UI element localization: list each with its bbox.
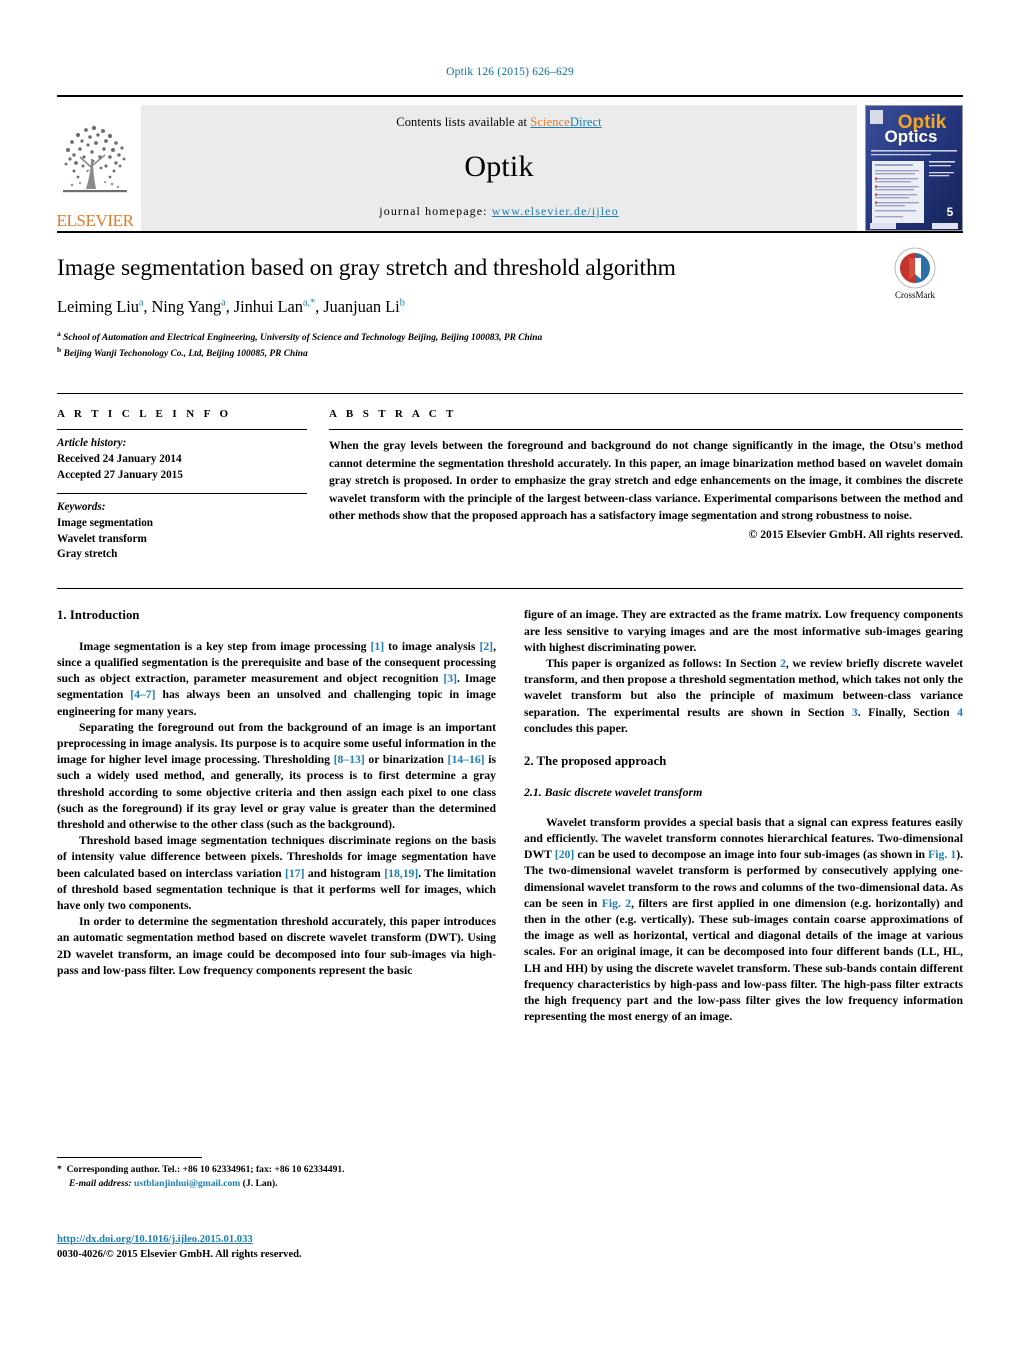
right-column: figure of an image. They are extracted a… (524, 607, 963, 1167)
crossmark-icon (894, 247, 936, 289)
journal-title: Optik (464, 150, 534, 183)
corresponding-author-line: * Corresponding author. Tel.: +86 10 623… (57, 1163, 497, 1177)
author-list: Leiming Liua, Ning Yanga, Jinhui Lana,*,… (57, 297, 963, 317)
elsevier-wordmark: ELSEVIER (56, 211, 134, 230)
paragraph: Image segmentation is a key step from im… (57, 639, 496, 718)
homepage-url-link[interactable]: www.elsevier.de/ijleo (492, 204, 619, 218)
crossmark-label: CrossMark (895, 290, 935, 300)
keyword-item: Gray stretch (57, 548, 118, 561)
article-accepted: Accepted 27 January 2015 (57, 468, 183, 481)
citation-link[interactable]: [2] (479, 640, 493, 653)
svg-text:Optics: Optics (885, 127, 938, 146)
paper-page: Optik 126 (2015) 626–629 ELSEVIER Conten… (0, 0, 1020, 1351)
affiliation-b-marker: b (57, 345, 62, 355)
doi-block: http://dx.doi.org/10.1016/j.ijleo.2015.0… (57, 1232, 517, 1263)
figure-link[interactable]: Fig. 2 (602, 897, 631, 910)
author-1: Leiming Liua (57, 296, 144, 316)
citation-link[interactable]: [8–13] (334, 753, 365, 766)
author-3-affil-marker: a,* (302, 297, 316, 309)
keywords-label: Keywords: (57, 500, 106, 513)
keyword-item: Wavelet transform (57, 532, 147, 545)
corresponding-marker: * (57, 1164, 62, 1175)
affiliation-b: b Beijing Wanji Techonology Co., Ltd, Be… (57, 345, 963, 361)
email-line: E-mail address: ustblanjinhui@gmail.com … (57, 1177, 497, 1191)
author-4-affil-marker: b (399, 297, 405, 309)
svg-text:5: 5 (947, 205, 954, 219)
homepage-label: journal homepage: (379, 204, 488, 218)
paragraph: Separating the foreground out from the b… (57, 720, 496, 832)
email-owner: (J. Lan). (242, 1177, 278, 1189)
footnote-block: * Corresponding author. Tel.: +86 10 623… (57, 1157, 497, 1191)
paragraph: Wavelet transform provides a special bas… (524, 815, 964, 1024)
running-head: Optik 126 (2015) 626–629 (446, 66, 574, 78)
abstract-copyright: © 2015 Elsevier GmbH. All rights reserve… (748, 528, 963, 542)
elsevier-tree-icon (63, 125, 127, 193)
keywords-group: Keywords: Image segmentation Wavelet tra… (57, 494, 307, 573)
citation-link[interactable]: [3] (443, 672, 457, 685)
email-label: E-mail address: (69, 1177, 132, 1189)
article-received: Received 24 January 2014 (57, 452, 182, 465)
affiliation-b-text: Beijing Wanji Techonology Co., Ltd, Beij… (63, 349, 308, 360)
journal-band: Contents lists available at ScienceDirec… (141, 105, 857, 231)
footnote-rule (57, 1157, 202, 1158)
info-bottom-rule (57, 588, 963, 590)
section-link[interactable]: 4 (957, 706, 963, 719)
citation-link[interactable]: [1] (371, 640, 385, 653)
corresponding-text: Corresponding author. Tel.: +86 10 62334… (66, 1164, 345, 1175)
page-title: Image segmentation based on gray stretch… (57, 255, 676, 281)
paragraph: Threshold based image segmentation techn… (57, 834, 496, 913)
author-sep-2: , (225, 296, 234, 316)
info-abstract-area: A R T I C L E I N F O Article history: R… (57, 394, 963, 572)
affiliation-a-marker: a (57, 328, 61, 338)
journal-homepage-line: journal homepage: www.elsevier.de/ijleo (379, 204, 618, 219)
author-2: Ning Yanga (151, 296, 226, 316)
citation-link[interactable]: [18,19] (384, 867, 418, 880)
email-link[interactable]: ustblanjinhui@gmail.com (134, 1178, 240, 1189)
title-block: Image segmentation based on gray stretch… (57, 233, 963, 375)
citation-link[interactable]: [4–7] (130, 688, 155, 701)
abstract-text: When the gray levels between the foregro… (329, 439, 963, 523)
footnote-text: * Corresponding author. Tel.: +86 10 623… (57, 1163, 497, 1191)
affiliation-a: a School of Automation and Electrical En… (57, 329, 963, 345)
section-heading-proposed-approach: 2. The proposed approach (524, 753, 667, 768)
left-column: 1. Introduction Image segmentation is a … (57, 607, 496, 1167)
cover-art: Optik Optics 5 (866, 106, 962, 230)
contents-available-line: Contents lists available at ScienceDirec… (396, 115, 601, 130)
affiliation-a-text: School of Automation and Electrical Engi… (63, 332, 543, 343)
paragraph: figure of an image. They are extracted a… (524, 608, 963, 654)
body-columns: 1. Introduction Image segmentation is a … (57, 607, 963, 1167)
sciencedirect-link[interactable]: ScienceDirect (530, 115, 601, 129)
article-history-label: Article history: (57, 437, 127, 449)
issn-copyright-line: 0030-4026/© 2015 Elsevier GmbH. All righ… (57, 1249, 302, 1261)
doi-link[interactable]: http://dx.doi.org/10.1016/j.ijleo.2015.0… (57, 1234, 253, 1245)
paragraph: In order to determine the segmentation t… (57, 915, 496, 977)
author-3: Jinhui Lana,* (233, 296, 316, 316)
abstract-heading: A B S T R A C T (329, 408, 457, 420)
keyword-item: Image segmentation (57, 516, 154, 529)
article-info-column: A R T I C L E I N F O Article history: R… (57, 408, 307, 572)
journal-cover-thumbnail: Optik Optics 5 (865, 105, 963, 231)
cover-artwork-icon: Optik Optics 5 (866, 106, 962, 230)
section-heading-introduction: 1. Introduction (57, 608, 140, 623)
article-history-group: Article history: Received 24 January 201… (57, 430, 307, 493)
citation-link[interactable]: [17] (285, 867, 304, 880)
author-4: Juanjuan Lib (323, 296, 405, 316)
citation-link[interactable]: [20] (555, 848, 574, 861)
elsevier-logo: ELSEVIER (56, 105, 134, 231)
subsection-heading-basic-dwt: 2.1. Basic discrete wavelet transform (524, 785, 703, 800)
figure-link[interactable]: Fig. 1 (928, 848, 956, 861)
paragraph: This paper is organized as follows: In S… (524, 656, 964, 735)
citation-link[interactable]: [14–16] (448, 753, 485, 766)
journal-masthead: ELSEVIER Contents lists available at Sci… (56, 95, 963, 231)
contents-prefix: Contents lists available at (396, 115, 531, 129)
article-info-heading: A R T I C L E I N F O (57, 408, 232, 420)
abstract-column: A B S T R A C T When the gray levels bet… (329, 408, 963, 572)
crossmark-badge[interactable]: CrossMark (867, 247, 963, 300)
